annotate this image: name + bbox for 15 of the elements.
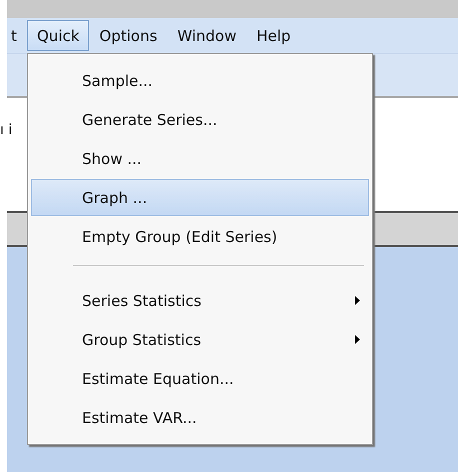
workspace-text: ı i: [0, 122, 12, 138]
menu-item[interactable]: Show ...: [31, 140, 369, 177]
menu-item[interactable]: Generate Series...: [31, 101, 369, 138]
menu-item[interactable]: Window: [167, 20, 246, 51]
menu-item[interactable]: Options: [89, 20, 168, 51]
menu-item[interactable]: Graph ...: [31, 179, 369, 216]
menu-item[interactable]: Series Statistics: [31, 282, 369, 319]
menu-item[interactable]: Empty Group (Edit Series): [31, 218, 369, 255]
menu-item[interactable]: Estimate Equation...: [31, 360, 369, 397]
menu-item[interactable]: t: [7, 20, 27, 51]
menu-item[interactable]: Group Statistics: [31, 321, 369, 358]
menu-item[interactable]: Help: [246, 20, 301, 51]
menu-item[interactable]: Estimate VAR...: [31, 399, 369, 436]
menu-item[interactable]: Sample...: [31, 62, 369, 99]
menu-item[interactable]: Quick: [27, 20, 90, 51]
